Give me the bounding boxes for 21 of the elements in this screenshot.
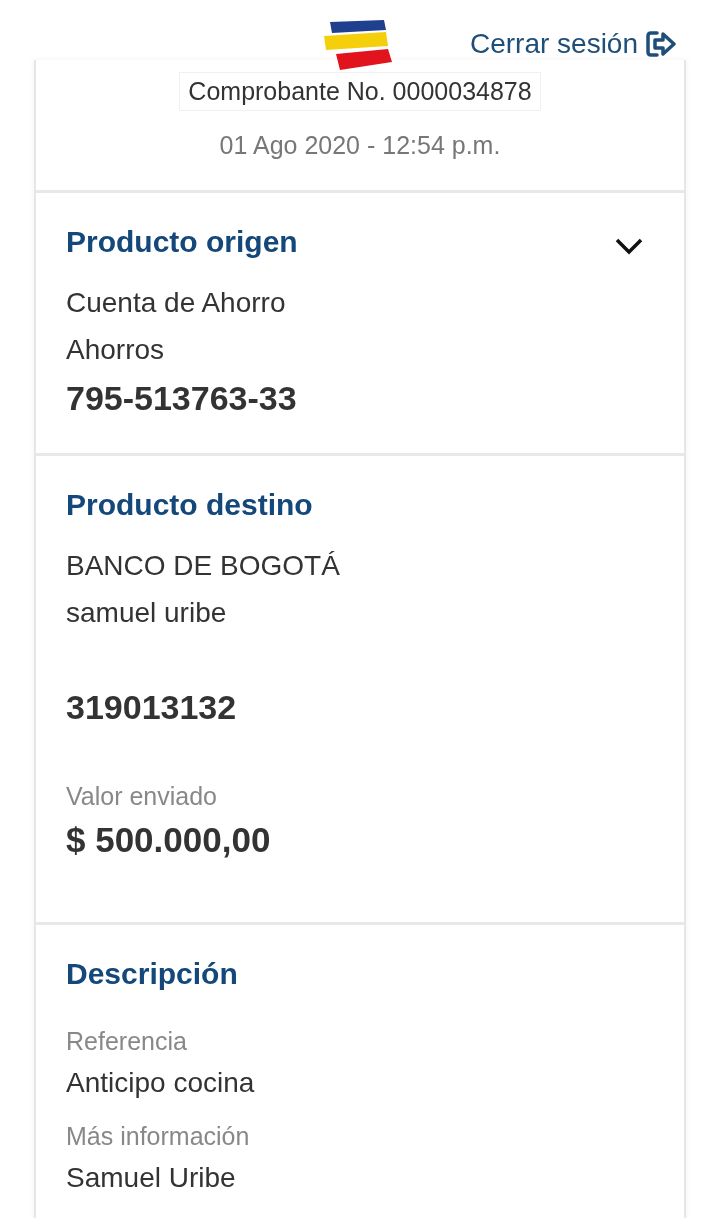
- field-label: Más información: [66, 1121, 250, 1152]
- section-title: Producto destino: [66, 488, 313, 522]
- logout-icon: [646, 30, 676, 58]
- section-title: Producto origen: [66, 225, 298, 259]
- logout-link[interactable]: Cerrar sesión: [469, 28, 676, 60]
- field-label: Referencia: [66, 1026, 187, 1057]
- bank-logo-icon: [322, 20, 394, 72]
- receipt-number: Comprobante No. 0000034878: [179, 72, 541, 111]
- account-number: 795-513763-33: [66, 378, 297, 419]
- section-title: Descripción: [66, 957, 238, 991]
- field-label: Valor enviado: [66, 781, 218, 812]
- amount-value: $ 500.000,00: [66, 819, 271, 861]
- detail-text: Ahorros: [66, 333, 165, 367]
- detail-text: Samuel Uribe: [66, 1161, 236, 1195]
- account-number: 319013132: [66, 687, 237, 728]
- detail-text: Anticipo cocina: [66, 1066, 255, 1100]
- detail-text: Cuenta de Ahorro: [66, 286, 286, 320]
- detail-text: samuel uribe: [66, 596, 227, 630]
- receipt-date: 01 Ago 2020 - 12:54 p.m.: [219, 131, 501, 160]
- detail-text: BANCO DE BOGOTÁ: [66, 549, 340, 583]
- chevron-down-icon[interactable]: [614, 237, 644, 255]
